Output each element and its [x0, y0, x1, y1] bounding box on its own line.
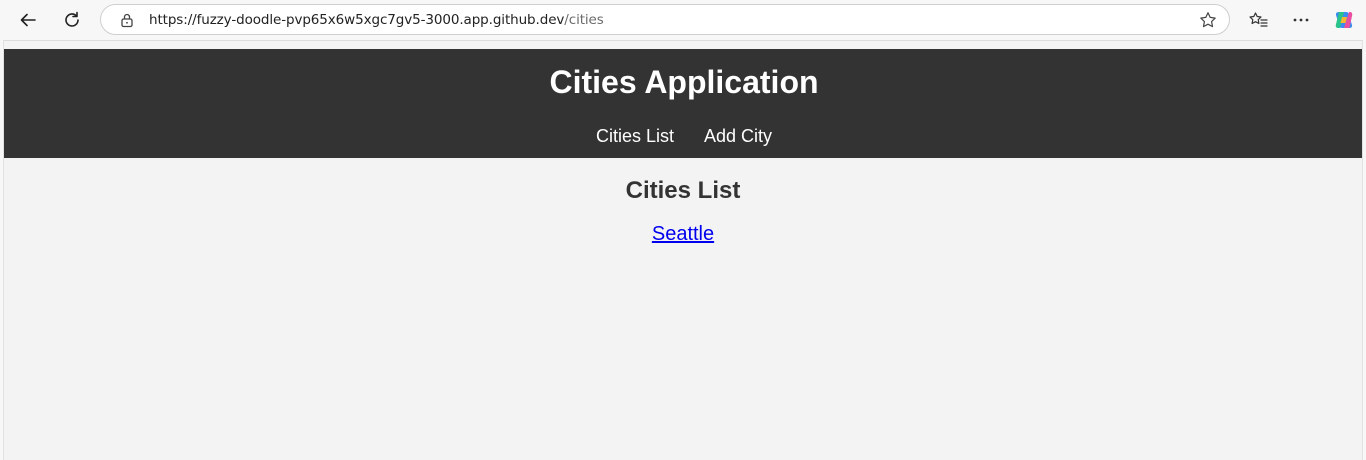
- address-bar[interactable]: https://fuzzy-doodle-pvp65x6w5xgc7gv5-30…: [100, 4, 1230, 35]
- main-nav: Cities List Add City: [4, 126, 1362, 147]
- page-title: Cities List: [625, 177, 741, 204]
- back-arrow-icon: [20, 13, 36, 27]
- back-button[interactable]: [13, 5, 43, 35]
- copilot-button[interactable]: [1329, 5, 1359, 35]
- more-options-button[interactable]: [1286, 5, 1316, 35]
- browser-toolbar: https://fuzzy-doodle-pvp65x6w5xgc7gv5-30…: [0, 0, 1366, 40]
- url-path: /cities: [564, 12, 604, 28]
- url-text: https://fuzzy-doodle-pvp65x6w5xgc7gv5-30…: [149, 12, 604, 28]
- favorite-star-icon[interactable]: [1199, 11, 1217, 29]
- favorites-button[interactable]: [1243, 5, 1273, 35]
- favorites-list-icon: [1249, 12, 1268, 27]
- list-item: Seattle: [4, 223, 1362, 246]
- site-header: Cities Application Cities List Add City: [4, 49, 1362, 158]
- city-link-seattle[interactable]: Seattle: [652, 223, 714, 245]
- copilot-icon: [1335, 12, 1353, 28]
- lock-icon[interactable]: [119, 12, 135, 28]
- page-viewport: Cities Application Cities List Add City …: [3, 40, 1363, 460]
- url-host: https://fuzzy-doodle-pvp65x6w5xgc7gv5-30…: [149, 12, 565, 28]
- refresh-icon: [65, 11, 79, 27]
- refresh-button[interactable]: [57, 5, 87, 35]
- city-list: Seattle: [4, 223, 1362, 246]
- app-title: Cities Application: [549, 64, 819, 100]
- more-horizontal-icon: [1293, 18, 1309, 22]
- nav-cities-list-link[interactable]: Cities List: [596, 126, 674, 147]
- nav-add-city-link[interactable]: Add City: [704, 126, 772, 147]
